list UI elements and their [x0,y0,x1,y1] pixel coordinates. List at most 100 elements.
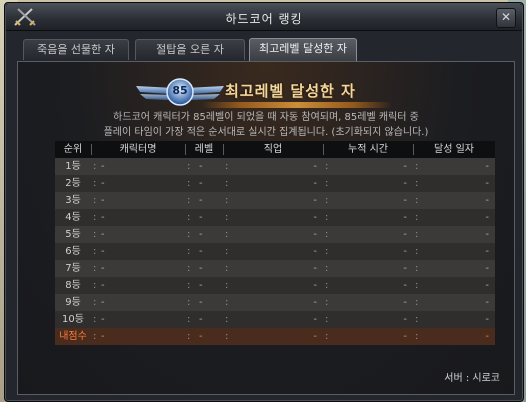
cell-date: :- [413,226,495,243]
cell-separator: : [93,229,97,240]
cell-value: - [313,195,317,206]
cell-separator: : [325,161,329,172]
cell-separator: : [225,280,229,291]
cell-separator: : [415,297,419,308]
cell-level: :- [185,277,223,294]
cell-value: - [199,195,203,206]
cell-job: :- [223,311,323,328]
cell-rank: 1등 [65,161,81,172]
table-row[interactable]: 9등: -: -: -: -: - [55,294,495,311]
emblem-number: 85 [172,84,188,97]
cell-job: :- [223,328,323,345]
cell-separator: : [93,297,97,308]
cell-job: :- [223,192,323,209]
cell-separator: : [325,212,329,223]
cell-job: :- [223,158,323,175]
cell-rank: 3등 [65,195,81,206]
table-row[interactable]: 7등: -: -: -: -: - [55,260,495,277]
cell-value: - [403,195,407,206]
cell-rank: 8등 [65,280,81,291]
cell-value: - [101,297,105,308]
cell-separator: : [325,263,329,274]
description-line-1: 하드코어 캐릭터가 85레벨이 되었을 때 자동 참여되며, 85레벨 캐릭터 … [113,112,419,123]
cell-name: :- [91,192,185,209]
cell-separator: : [225,297,229,308]
cell-separator: : [415,212,419,223]
cell-date: :- [413,192,495,209]
cell-level: :- [185,260,223,277]
table-row[interactable]: 2등: -: -: -: -: - [55,175,495,192]
cell-rank: 5등 [65,229,81,240]
cell-separator: : [225,263,229,274]
close-button[interactable]: ✕ [496,8,516,28]
table-row[interactable]: 3등: -: -: -: -: - [55,192,495,209]
table-row[interactable]: 1등: -: -: -: -: - [55,158,495,175]
cell-value: - [485,195,489,206]
cell-separator: : [415,229,419,240]
cell-separator: : [93,195,97,206]
cell-rank: 2등 [65,178,81,189]
table-row[interactable]: 4등: -: -: -: -: - [55,209,495,226]
cell-value: - [199,178,203,189]
cell-value: - [313,331,317,342]
cell-separator: : [225,195,229,206]
header-rank: 순위 [63,144,83,155]
cell-separator: : [415,178,419,189]
cell-time: :- [323,226,413,243]
cell-value: - [101,314,105,325]
tab-max-level[interactable]: 최고레벨 달성한 자 [249,38,357,61]
table-row[interactable]: 5등: -: -: -: -: - [55,226,495,243]
cell-separator: : [325,280,329,291]
cell-separator: : [187,297,191,308]
table-row[interactable]: 10등: -: -: -: -: - [55,311,495,328]
cell-separator: : [93,161,97,172]
cell-separator: : [187,161,191,172]
cell-value: - [313,229,317,240]
table-header: 순위 캐릭터명 레벨 직업 누적 시간 달성 일자 [55,141,495,158]
cell-date: :- [413,260,495,277]
cell-name: :- [91,294,185,311]
cell-separator: : [93,331,97,342]
cell-job: :- [223,277,323,294]
cell-separator: : [325,246,329,257]
cell-level: :- [185,243,223,260]
cell-value: - [403,161,407,172]
cell-value: - [199,314,203,325]
cell-separator: : [93,280,97,291]
cell-value: - [313,161,317,172]
tab-death-gifter[interactable]: 죽음을 선물한 자 [23,39,129,60]
cell-time: :- [323,209,413,226]
cell-separator: : [415,195,419,206]
my-score-row[interactable]: 내점수: -: -: -: -: - [55,328,495,345]
cell-level: :- [185,175,223,192]
cell-value: - [199,280,203,291]
cell-job: :- [223,226,323,243]
cell-value: - [403,331,407,342]
window-title: 하드코어 랭킹 [225,12,303,26]
cell-name: :- [91,158,185,175]
cell-rank: 4등 [65,212,81,223]
cell-rank: 7등 [65,263,81,274]
cell-value: - [101,263,105,274]
cell-date: :- [413,175,495,192]
cell-separator: : [325,195,329,206]
cell-value: - [485,297,489,308]
tab-tower-climber[interactable]: 절탑을 오른 자 [135,39,245,60]
cell-value: - [403,246,407,257]
cell-date: :- [413,158,495,175]
cell-separator: : [187,280,191,291]
cell-name: :- [91,175,185,192]
header-job: 직업 [223,141,323,158]
cell-separator: : [325,178,329,189]
cell-value: - [101,246,105,257]
table-row[interactable]: 8등: -: -: -: -: - [55,277,495,294]
cell-separator: : [325,229,329,240]
cell-value: - [199,246,203,257]
cell-value: - [485,280,489,291]
cell-separator: : [325,314,329,325]
cell-separator: : [93,246,97,257]
cell-level: :- [185,311,223,328]
table-row[interactable]: 6등: -: -: -: -: - [55,243,495,260]
title-bar[interactable]: 하드코어 랭킹 ✕ [6,4,522,31]
cell-value: - [485,178,489,189]
